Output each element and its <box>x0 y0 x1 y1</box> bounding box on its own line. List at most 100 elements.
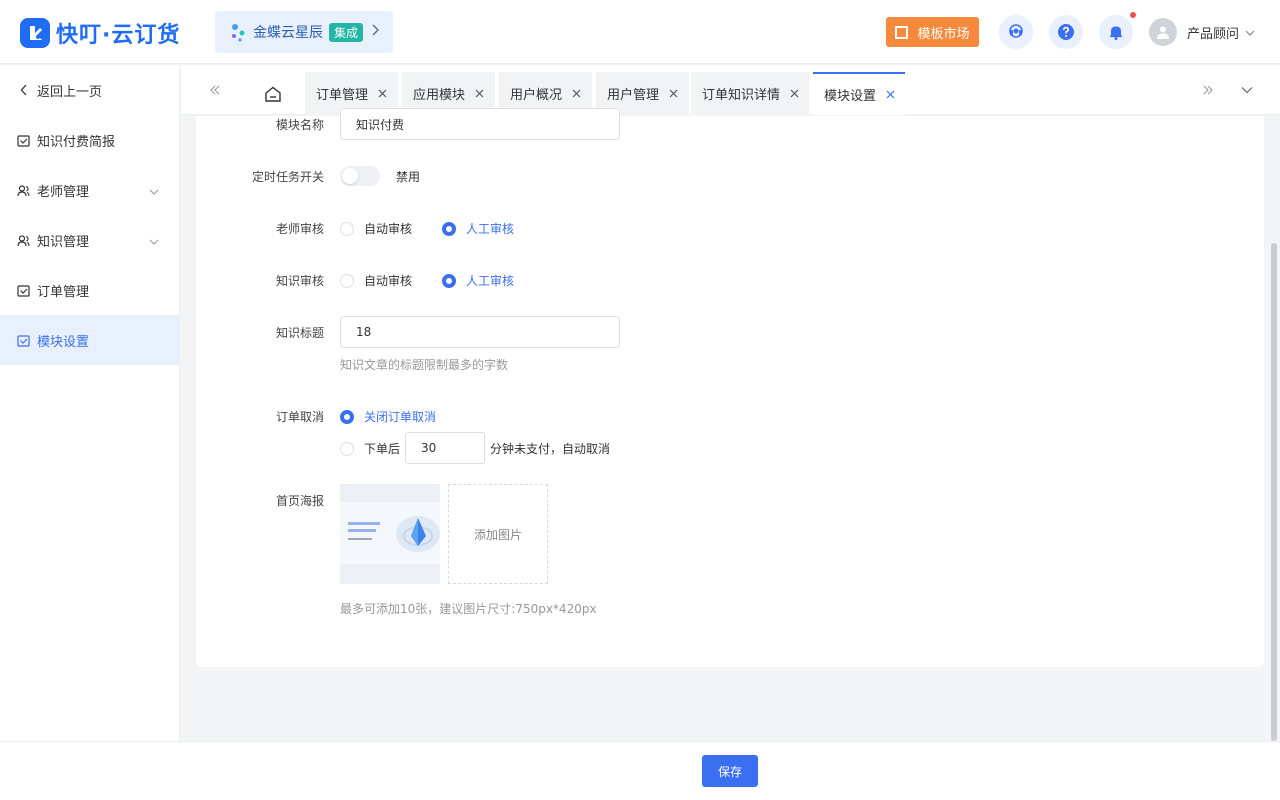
sidebar: 返回上一页 知识付费简报 老师管理 知识管理 订单管理 模块设置 <box>0 65 180 741</box>
scheduled-task-label: 定时任务开关 <box>251 170 324 184</box>
close-icon[interactable] <box>669 89 678 98</box>
integration-badge: 集成 <box>329 22 364 42</box>
chevron-left-icon <box>17 84 30 97</box>
calendar-icon <box>17 284 30 297</box>
teacher-review-label: 老师审核 <box>275 222 324 236</box>
radio-circle <box>340 441 354 456</box>
chevron-down-icon <box>1245 25 1255 40</box>
knowledge-review-label: 知识审核 <box>275 274 324 288</box>
radio-circle <box>442 273 456 288</box>
order-cancel-label: 订单取消 <box>275 410 324 424</box>
radio-label: 人工审核 <box>466 222 515 236</box>
sidebar-item-label: 知识付费简报 <box>37 134 116 150</box>
tab-module-settings[interactable]: 模块设置 <box>813 72 905 115</box>
template-icon <box>895 25 909 39</box>
sidebar-item-label: 订单管理 <box>37 284 90 300</box>
tab-label: 用户概况 <box>510 88 563 103</box>
add-image-button[interactable]: 添加图片 <box>448 484 548 584</box>
brand-mark-icon <box>20 18 50 48</box>
integration-name: 金蝶云星辰 <box>253 25 323 41</box>
template-market-button[interactable]: 模板市场 <box>886 17 979 47</box>
users-icon <box>17 234 30 247</box>
kingdee-icon <box>229 22 249 42</box>
poster-label: 首页海报 <box>275 494 324 508</box>
scheduled-task-state: 禁用 <box>396 170 421 184</box>
radio-circle <box>340 409 354 424</box>
module-name-label: 模块名称 <box>275 118 324 132</box>
sidebar-item-label: 模块设置 <box>37 334 90 350</box>
calendar-icon <box>17 134 30 147</box>
close-icon[interactable] <box>886 90 895 99</box>
close-icon[interactable] <box>475 89 484 98</box>
poster-thumbnail[interactable] <box>340 484 440 584</box>
save-button[interactable]: 保存 <box>702 755 758 787</box>
radio-label: 下单后 <box>364 442 401 456</box>
page-scrollbar[interactable] <box>1271 243 1277 741</box>
module-name-input[interactable]: 知识付费 <box>340 108 620 140</box>
order-cancel-auto-radio[interactable]: 下单后 <box>340 440 400 457</box>
tab-label: 订单管理 <box>316 88 369 103</box>
users-icon <box>17 184 30 197</box>
close-icon[interactable] <box>378 89 387 98</box>
scheduled-task-toggle[interactable] <box>340 166 380 186</box>
headset-icon <box>1009 24 1023 38</box>
teacher-review-auto-radio[interactable]: 自动审核 <box>340 220 412 237</box>
brand-logo[interactable]: 快叮·云订货 <box>20 17 180 49</box>
tab-order-knowledge-detail[interactable]: 订单知识详情 <box>691 72 809 115</box>
calendar-icon <box>17 334 30 347</box>
chevron-down-icon <box>149 234 159 249</box>
avatar <box>1149 18 1177 46</box>
radio-circle <box>340 221 354 236</box>
radio-label: 自动审核 <box>364 274 413 288</box>
top-header: 快叮·云订货 金蝶云星辰 集成 模板市场 产品顾问 <box>0 0 1280 64</box>
knowledge-review-manual-radio[interactable]: 人工审核 <box>442 272 514 289</box>
tabs-scroll-left-icon[interactable] <box>203 65 227 115</box>
knowledge-title-input[interactable]: 18 <box>340 316 620 348</box>
bell-icon <box>1110 26 1122 40</box>
help-icon <box>1058 24 1074 40</box>
sidebar-item-label: 老师管理 <box>37 184 90 200</box>
radio-label: 自动审核 <box>364 222 413 236</box>
template-market-label: 模板市场 <box>917 26 970 42</box>
brand-name: 快叮·云订货 <box>56 23 181 48</box>
sidebar-item-module-settings[interactable]: 模块设置 <box>0 315 179 365</box>
teacher-review-manual-radio[interactable]: 人工审核 <box>442 220 514 237</box>
close-icon[interactable] <box>790 89 799 98</box>
tab-label: 应用模块 <box>413 88 466 103</box>
cancel-minutes-suffix: 分钟未支付，自动取消 <box>490 442 611 456</box>
knowledge-title-label: 知识标题 <box>275 326 324 340</box>
tab-label: 订单知识详情 <box>702 88 781 103</box>
notification-dot <box>1130 12 1136 18</box>
sidebar-item-orders[interactable]: 订单管理 <box>0 265 179 315</box>
cancel-minutes-input[interactable]: 30 <box>405 432 485 464</box>
tabs-scroll-right-icon[interactable] <box>1196 65 1220 115</box>
radio-circle <box>442 221 456 236</box>
radio-circle <box>340 273 354 288</box>
knowledge-title-hint: 知识文章的标题限制最多的字数 <box>340 358 509 372</box>
chevron-right-icon <box>371 24 380 40</box>
sidebar-item-brief[interactable]: 知识付费简报 <box>0 115 179 165</box>
chevron-down-icon <box>149 184 159 199</box>
radio-label: 人工审核 <box>466 274 515 288</box>
user-menu[interactable]: 产品顾问 <box>1149 18 1255 46</box>
tab-label: 用户管理 <box>607 88 660 103</box>
close-icon[interactable] <box>572 89 581 98</box>
user-name: 产品顾问 <box>1187 26 1240 42</box>
customer-service-button[interactable] <box>999 15 1033 49</box>
integration-switcher[interactable]: 金蝶云星辰 集成 <box>215 11 393 53</box>
tabs-menu-chevron-down-icon[interactable] <box>1235 65 1259 115</box>
tab-label: 模块设置 <box>824 89 877 104</box>
tab-home[interactable] <box>251 72 295 115</box>
knowledge-review-auto-radio[interactable]: 自动审核 <box>340 272 412 289</box>
sidebar-item-label: 知识管理 <box>37 234 90 250</box>
sidebar-item-label: 返回上一页 <box>37 84 103 100</box>
notifications-button[interactable] <box>1099 15 1133 49</box>
sidebar-item-knowledge[interactable]: 知识管理 <box>0 215 179 265</box>
poster-hint: 最多可添加10张，建议图片尺寸:750px*420px <box>340 602 597 616</box>
module-settings-form: 模块名称 知识付费 定时任务开关 禁用 老师审核 自动审核 人工审核 知识审核 … <box>196 108 1264 667</box>
help-button[interactable] <box>1049 15 1083 49</box>
radio-label: 关闭订单取消 <box>364 410 437 424</box>
order-cancel-close-radio[interactable]: 关闭订单取消 <box>340 408 436 425</box>
sidebar-item-teachers[interactable]: 老师管理 <box>0 165 179 215</box>
sidebar-item-back[interactable]: 返回上一页 <box>0 65 179 115</box>
